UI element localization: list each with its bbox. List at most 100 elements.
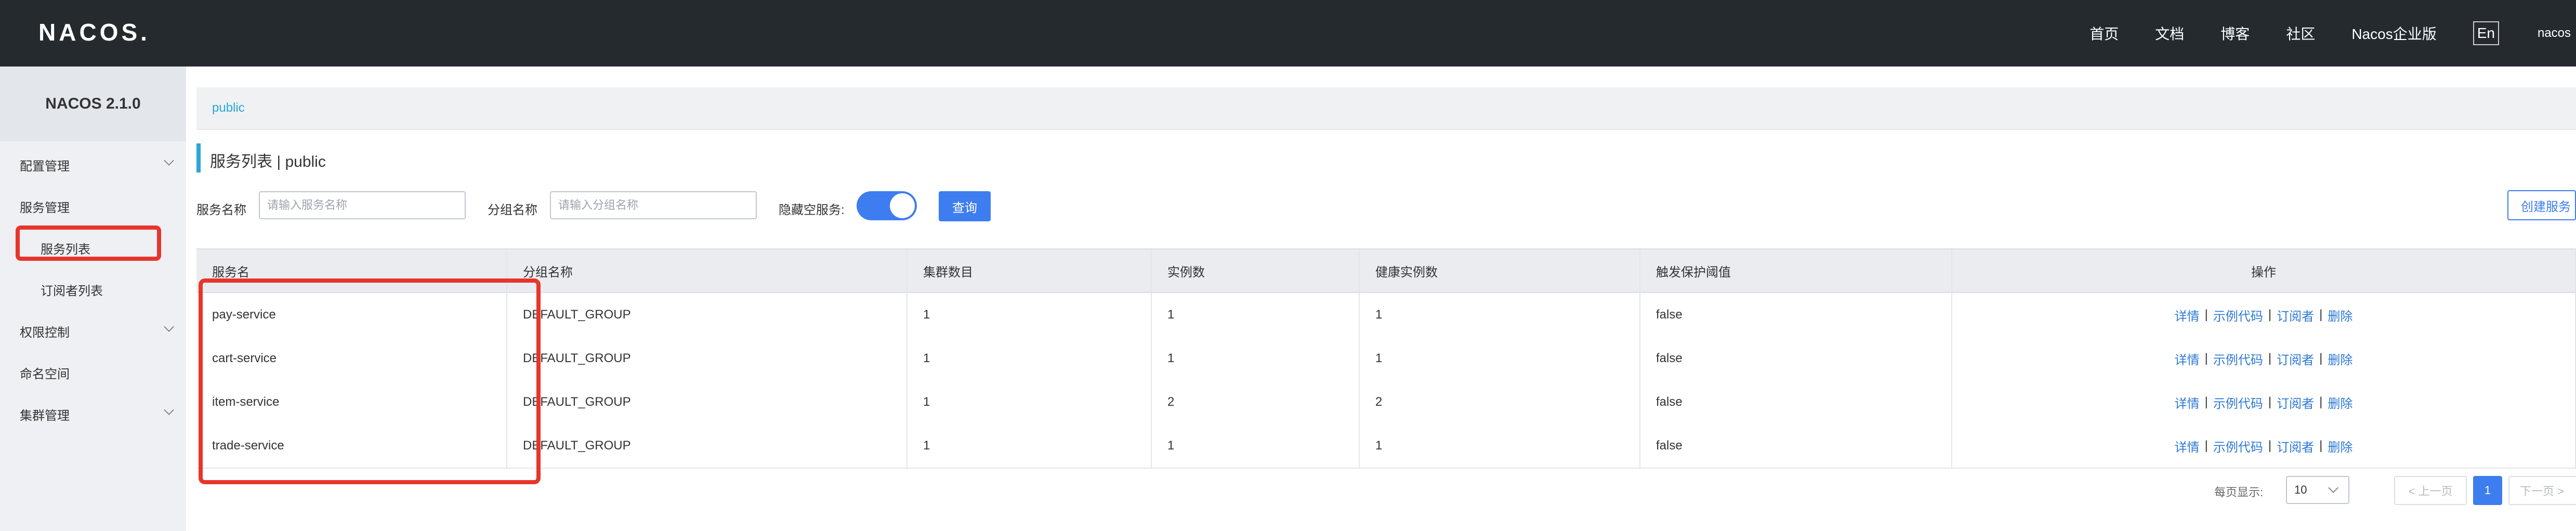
col-protect-threshold: 触发保护阈值 [1640, 249, 1952, 292]
user-name[interactable]: nacos [2538, 26, 2571, 41]
submenu-subscriber-list[interactable]: 订阅者列表 [41, 281, 103, 299]
delete-link[interactable]: 删除 [2328, 393, 2352, 411]
cell-protect-threshold: false [1640, 337, 1952, 380]
table-row: pay-service DEFAULT_GROUP 1 1 1 false 详情 | 示例代码 |… [196, 293, 2576, 338]
cell-cluster-count: 1 [908, 424, 1152, 468]
cell-operations: 详情 | 示例代码 | 订阅者 | 删除 [1952, 337, 2576, 380]
cell-instance-count: 1 [1152, 424, 1360, 468]
group-name-label: 分组名称 [488, 203, 537, 217]
subscribers-link[interactable]: 订阅者 [2277, 306, 2314, 324]
menu-config-management[interactable]: 配置管理 [20, 156, 70, 174]
menu-namespace[interactable]: 命名空间 [20, 364, 70, 382]
create-service-button[interactable]: 创建服务 [2507, 190, 2576, 220]
cell-instance-count: 2 [1152, 380, 1360, 424]
cell-protect-threshold: false [1640, 424, 1952, 468]
per-page-select[interactable]: 10 [2286, 476, 2349, 504]
table-row: item-service DEFAULT_GROUP 1 2 2 false 详情 | 示例代码… [196, 380, 2576, 425]
query-button[interactable]: 查询 [939, 191, 991, 221]
cell-cluster-count: 1 [908, 380, 1152, 424]
per-page-label: 每页显示: [2214, 486, 2264, 499]
service-table: 服务名 分组名称 集群数目 实例数 健康实例数 触发保护阈值 操作 pay-se… [196, 248, 2576, 469]
separator: | [2204, 351, 2208, 365]
details-link[interactable]: 详情 [2175, 393, 2200, 411]
page-1-button[interactable]: 1 [2473, 476, 2502, 505]
page-title: 服务列表 | public [210, 153, 326, 170]
chevron-down-icon [164, 405, 174, 415]
cell-instance-count: 1 [1152, 293, 1360, 337]
col-healthy-count: 健康实例数 [1360, 249, 1640, 292]
chevron-down-icon [164, 155, 174, 166]
language-switch[interactable]: En [2473, 21, 2499, 45]
cell-group-name: DEFAULT_GROUP [507, 293, 908, 337]
separator: | [2268, 351, 2272, 365]
cell-group-name: DEFAULT_GROUP [507, 337, 908, 380]
highlight-box-service-names [199, 278, 541, 484]
separator: | [2204, 308, 2208, 322]
separator: | [2268, 395, 2272, 409]
cell-cluster-count: 1 [908, 293, 1152, 337]
table-row: trade-service DEFAULT_GROUP 1 1 1 false 详情 | 示例代… [196, 424, 2576, 469]
separator: | [2268, 439, 2272, 453]
nav-community[interactable]: 社区 [2286, 23, 2315, 44]
group-name-input[interactable] [550, 191, 757, 219]
separator: | [2204, 439, 2208, 453]
service-name-input[interactable] [259, 191, 466, 219]
nav-docs[interactable]: 文档 [2155, 23, 2184, 44]
col-group-name: 分组名称 [507, 249, 908, 292]
highlight-box-service-list [16, 225, 161, 261]
details-link[interactable]: 详情 [2175, 306, 2200, 324]
col-instance-count: 实例数 [1152, 249, 1360, 292]
breadcrumb-bar: public [196, 87, 2576, 130]
top-nav: 首页 文档 博客 社区 Nacos企业版 En nacos [2089, 0, 2576, 67]
separator: | [2319, 308, 2323, 322]
next-page-button[interactable]: 下一页 > [2508, 476, 2576, 505]
cell-operations: 详情 | 示例代码 | 订阅者 | 删除 [1952, 380, 2576, 424]
separator: | [2204, 395, 2208, 409]
menu-service-management[interactable]: 服务管理 [20, 197, 70, 216]
title-accent-bar [196, 143, 201, 172]
subscribers-link[interactable]: 订阅者 [2277, 350, 2314, 368]
cell-operations: 详情 | 示例代码 | 订阅者 | 删除 [1952, 293, 2576, 337]
cell-healthy-count: 1 [1360, 337, 1640, 380]
details-link[interactable]: 详情 [2175, 350, 2200, 368]
cell-healthy-count: 1 [1360, 424, 1640, 468]
nav-home[interactable]: 首页 [2089, 23, 2119, 44]
sample-code-link[interactable]: 示例代码 [2213, 306, 2263, 324]
subscribers-link[interactable]: 订阅者 [2277, 437, 2314, 455]
prev-page-button[interactable]: < 上一页 [2394, 476, 2467, 505]
sample-code-link[interactable]: 示例代码 [2213, 437, 2263, 455]
cell-protect-threshold: false [1640, 293, 1952, 337]
delete-link[interactable]: 删除 [2328, 437, 2352, 455]
delete-link[interactable]: 删除 [2328, 350, 2352, 368]
col-cluster-count: 集群数目 [908, 249, 1152, 292]
sample-code-link[interactable]: 示例代码 [2213, 393, 2263, 411]
top-bar: NACOS. 首页 文档 博客 社区 Nacos企业版 En nacos [0, 0, 2576, 67]
subscribers-link[interactable]: 订阅者 [2277, 393, 2314, 411]
per-page-value: 10 [2294, 483, 2307, 496]
cell-group-name: DEFAULT_GROUP [507, 424, 908, 468]
separator: | [2319, 439, 2323, 453]
delete-link[interactable]: 删除 [2328, 306, 2352, 324]
menu-cluster-management[interactable]: 集群管理 [20, 405, 70, 423]
separator: | [2319, 395, 2323, 409]
table-row: cart-service DEFAULT_GROUP 1 1 1 false 详情 | 示例代码… [196, 337, 2576, 381]
cell-group-name: DEFAULT_GROUP [507, 380, 908, 424]
chevron-down-icon [2328, 483, 2338, 493]
breadcrumb-namespace[interactable]: public [212, 101, 245, 115]
nav-enterprise[interactable]: Nacos企业版 [2351, 23, 2436, 44]
cell-healthy-count: 1 [1360, 293, 1640, 337]
details-link[interactable]: 详情 [2175, 437, 2200, 455]
menu-permission-control[interactable]: 权限控制 [20, 322, 70, 340]
separator: | [2268, 308, 2272, 322]
version-title: NACOS 2.1.0 [0, 67, 186, 141]
cell-protect-threshold: false [1640, 380, 1952, 424]
sample-code-link[interactable]: 示例代码 [2213, 350, 2263, 368]
cell-operations: 详情 | 示例代码 | 订阅者 | 删除 [1952, 424, 2576, 468]
hide-empty-label: 隐藏空服务: [779, 203, 845, 217]
toggle-knob [890, 193, 915, 218]
service-name-label: 服务名称 [196, 203, 246, 217]
hide-empty-toggle[interactable] [857, 191, 917, 220]
nav-blog[interactable]: 博客 [2220, 23, 2250, 44]
nacos-logo[interactable]: NACOS. [38, 18, 150, 47]
cell-healthy-count: 2 [1360, 380, 1640, 424]
